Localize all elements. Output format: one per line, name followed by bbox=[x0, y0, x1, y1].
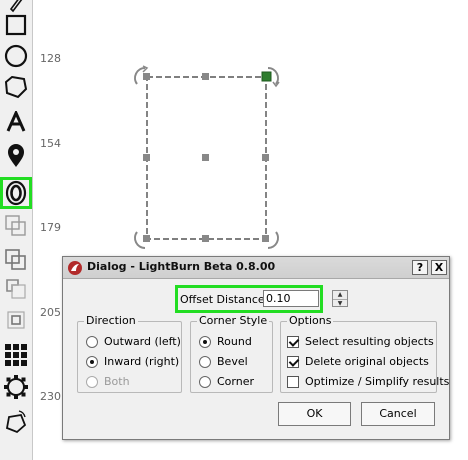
ellipse-icon[interactable] bbox=[2, 42, 30, 70]
checkbox[interactable] bbox=[287, 355, 299, 368]
position-laser-icon[interactable] bbox=[2, 142, 30, 170]
option-label: Outward (left) bbox=[104, 335, 181, 348]
offset-distance-field[interactable] bbox=[263, 290, 319, 307]
tools-toolbar bbox=[0, 0, 33, 460]
spin-down-icon[interactable]: ▼ bbox=[333, 299, 347, 307]
rotate-shape-icon[interactable] bbox=[2, 408, 30, 436]
option-label: Inward (right) bbox=[104, 355, 180, 368]
scale-handle bbox=[143, 235, 150, 242]
corner-round-option[interactable]: Round bbox=[199, 335, 252, 348]
boolean-union-icon[interactable] bbox=[2, 246, 30, 274]
direction-both-option[interactable]: Both bbox=[86, 375, 130, 388]
array-icon[interactable] bbox=[2, 341, 30, 369]
scale-handle bbox=[202, 235, 209, 242]
corner-corner-option[interactable]: Corner bbox=[199, 375, 254, 388]
ok-button[interactable]: OK bbox=[278, 402, 351, 426]
checkbox[interactable] bbox=[287, 375, 299, 388]
radio-button[interactable] bbox=[86, 375, 98, 388]
checkbox[interactable] bbox=[287, 335, 299, 348]
cancel-button[interactable]: Cancel bbox=[361, 402, 435, 426]
rotate-handle-bottom-right bbox=[267, 231, 279, 249]
rectangle-icon[interactable] bbox=[2, 11, 30, 39]
option-label: Corner bbox=[217, 375, 255, 388]
scale-handle-active bbox=[261, 71, 272, 82]
dialog-title: Dialog - LightBurn Beta 0.8.00 bbox=[87, 260, 276, 273]
radio-button[interactable] bbox=[86, 335, 98, 348]
offset-distance-label: Offset Distance bbox=[180, 292, 265, 306]
option-label: Select resulting objects bbox=[305, 335, 434, 348]
options-group-title: Options bbox=[287, 314, 334, 327]
offset-distance-spinner[interactable]: ▲ ▼ bbox=[332, 290, 348, 307]
circular-array-icon[interactable] bbox=[2, 373, 30, 401]
delete-originals-option[interactable]: Delete original objects bbox=[287, 355, 429, 368]
radio-button[interactable] bbox=[86, 355, 98, 368]
scale-handle bbox=[143, 154, 150, 161]
corner-style-group-title: Corner Style bbox=[197, 314, 270, 327]
scale-handle bbox=[202, 73, 209, 80]
scale-handle bbox=[202, 154, 209, 161]
scale-handle bbox=[143, 73, 150, 80]
scale-handle bbox=[262, 235, 269, 242]
optimize-results-option[interactable]: Optimize / Simplify results bbox=[287, 375, 449, 388]
text-icon[interactable] bbox=[2, 108, 30, 136]
offset-shapes-icon[interactable] bbox=[0, 177, 32, 209]
option-label: Delete original objects bbox=[305, 355, 429, 368]
direction-group: Direction Outward (left) Inward (right) … bbox=[77, 314, 182, 393]
corner-style-group: Corner Style Round Bevel Corner bbox=[190, 314, 273, 393]
corner-bevel-option[interactable]: Bevel bbox=[199, 355, 248, 368]
dialog-titlebar[interactable]: Dialog - LightBurn Beta 0.8.00 ? X bbox=[63, 257, 449, 279]
option-label: Round bbox=[217, 335, 252, 348]
boolean-intersect-icon[interactable] bbox=[2, 306, 30, 334]
option-label: Optimize / Simplify results bbox=[305, 375, 450, 388]
option-label: Bevel bbox=[217, 355, 248, 368]
help-button[interactable]: ? bbox=[412, 260, 428, 275]
radio-button[interactable] bbox=[199, 355, 211, 368]
options-group: Options Select resulting objects Delete … bbox=[280, 314, 449, 393]
offset-shapes-dialog: Dialog - LightBurn Beta 0.8.00 ? X Offse… bbox=[62, 256, 450, 440]
direction-inward-option[interactable]: Inward (right) bbox=[86, 355, 179, 368]
select-results-option[interactable]: Select resulting objects bbox=[287, 335, 434, 348]
scale-handle bbox=[262, 154, 269, 161]
lightburn-logo-icon bbox=[68, 261, 82, 275]
direction-outward-option[interactable]: Outward (left) bbox=[86, 335, 181, 348]
polygon-icon[interactable] bbox=[2, 73, 30, 101]
close-button[interactable]: X bbox=[431, 260, 447, 275]
weld-icon[interactable] bbox=[2, 212, 30, 240]
boolean-subtract-icon[interactable] bbox=[2, 275, 30, 303]
radio-button[interactable] bbox=[199, 375, 211, 388]
radio-button[interactable] bbox=[199, 335, 211, 348]
option-label: Both bbox=[104, 375, 130, 388]
direction-group-title: Direction bbox=[84, 314, 138, 327]
spin-up-icon[interactable]: ▲ bbox=[333, 291, 347, 299]
